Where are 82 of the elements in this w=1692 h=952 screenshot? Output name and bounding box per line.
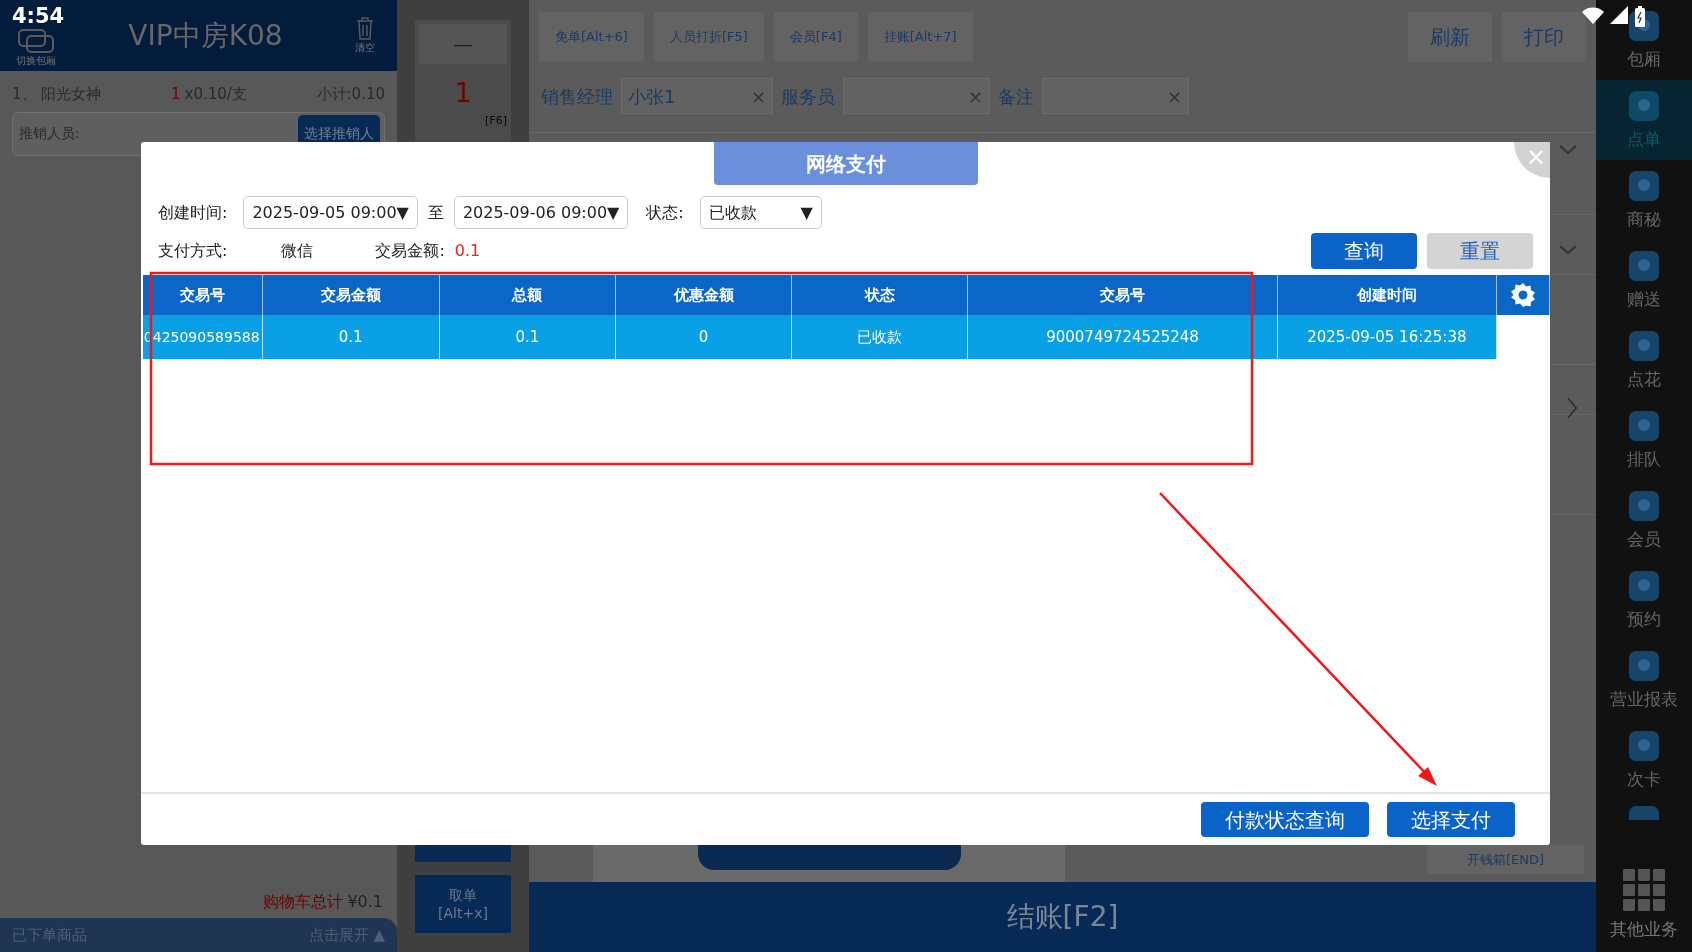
- layers-icon: [17, 29, 55, 53]
- column-header[interactable]: 优惠金额: [615, 275, 792, 315]
- column-header[interactable]: 创建时间: [1277, 275, 1497, 315]
- wifi-icon: [1582, 6, 1604, 24]
- battery-icon: [1634, 6, 1646, 28]
- filter-value: 微信: [281, 240, 314, 262]
- toolbar-button[interactable]: 会员[F4]: [773, 12, 858, 61]
- column-header[interactable]: 交易金额: [262, 275, 440, 315]
- input-field[interactable]: ×: [1042, 78, 1189, 114]
- dialog-title: 网络支付: [713, 142, 978, 185]
- grid-icon: [1623, 869, 1665, 912]
- filter-label: 状态:: [646, 201, 684, 224]
- field-label: 销售经理: [541, 84, 613, 109]
- filter-label: 创建时间:: [158, 201, 228, 224]
- take-order-button[interactable]: 取单 [Alt+x]: [415, 875, 511, 933]
- chevron-down-icon: [1558, 144, 1578, 155]
- toolbar-button[interactable]: 免单[Alt+6]: [539, 12, 644, 61]
- toolbar-button[interactable]: 挂账[Alt+7]: [867, 12, 973, 61]
- table-cell: 0.1: [439, 315, 616, 359]
- more-services-button[interactable]: 其他业务: [1596, 860, 1692, 952]
- chevron-right-icon: [1566, 396, 1578, 420]
- column-header[interactable]: 交易号: [143, 275, 263, 315]
- column-header[interactable]: 总额: [439, 275, 616, 315]
- trash-icon: [355, 16, 375, 40]
- field-label: 备注: [998, 84, 1034, 109]
- minus-button[interactable]: —: [419, 24, 507, 64]
- table-cell: 9000749724525248: [967, 315, 1278, 359]
- input-field[interactable]: 小张1 ×: [621, 78, 773, 114]
- query-button[interactable]: 查询: [1311, 233, 1417, 269]
- app-icon: [1629, 90, 1659, 121]
- filter-label: 至: [427, 201, 444, 224]
- app-icon: [1629, 490, 1659, 521]
- chevron-down-icon: [1558, 244, 1578, 255]
- sidebar-item[interactable]: 点单: [1596, 80, 1692, 160]
- date-select[interactable]: 2025-09-05 09:00▼: [243, 196, 418, 229]
- quantity-value: 1: [454, 77, 472, 110]
- app-icon: [1629, 410, 1659, 441]
- signal-icon: [1610, 6, 1628, 24]
- exception-button[interactable]: [697, 844, 961, 870]
- sidebar-item[interactable]: 营业报表: [1596, 640, 1692, 720]
- column-header[interactable]: 状态: [791, 275, 968, 315]
- field-label: 服务员: [781, 84, 835, 109]
- app-icon: [1629, 730, 1659, 761]
- clear-button[interactable]: 清空: [355, 16, 375, 55]
- app-icon: [1629, 170, 1659, 201]
- filter-label: 交易金额:: [375, 240, 445, 262]
- filter-value: 0.1: [454, 240, 481, 262]
- sidebar-item[interactable]: 赠送: [1596, 240, 1692, 320]
- checkout-button[interactable]: 结账[F2]: [529, 882, 1596, 952]
- footer-button[interactable]: 选择支付: [1387, 802, 1515, 837]
- filter-label: 支付方式:: [158, 240, 228, 262]
- sidebar-item[interactable]: 排队: [1596, 400, 1692, 480]
- app-icon: [1629, 806, 1659, 820]
- footer-button[interactable]: 付款状态查询: [1201, 802, 1369, 837]
- item-quantity: 1: [171, 85, 181, 103]
- input-field[interactable]: ×: [843, 78, 990, 114]
- table-cell: 已收款: [791, 315, 968, 359]
- toolbar-button[interactable]: 打印: [1502, 12, 1586, 62]
- cash-drawer-button[interactable]: 开钱箱[END]: [1427, 845, 1584, 874]
- table-cell: 0.1: [262, 315, 440, 359]
- shortcut-label: [F6]: [485, 113, 507, 129]
- cart-total-label: 购物车总计: [263, 892, 344, 911]
- app-icon: [1629, 250, 1659, 281]
- sidebar-item[interactable]: 点花: [1596, 320, 1692, 400]
- reset-button[interactable]: 重置: [1427, 233, 1533, 269]
- sidebar-item[interactable]: 会员: [1596, 480, 1692, 560]
- app-icon: [1629, 650, 1659, 681]
- toolbar-button[interactable]: 刷新: [1408, 12, 1492, 62]
- date-select[interactable]: 2025-09-06 09:00▼: [453, 196, 629, 229]
- table-cell: 2025-09-05 16:25:38: [1277, 315, 1497, 359]
- sidebar-item[interactable]: 商秘: [1596, 160, 1692, 240]
- switch-room-button[interactable]: 切换包厢: [16, 29, 56, 68]
- app-icon: [1629, 570, 1659, 601]
- app-icon: [1629, 330, 1659, 361]
- toolbar-button[interactable]: 人员打折[F5]: [653, 12, 764, 61]
- table-cell: 0: [615, 315, 792, 359]
- sidebar-item[interactable]: 预约: [1596, 560, 1692, 640]
- status-time: 4:54: [12, 6, 65, 27]
- status-select[interactable]: 已收款 ▼: [699, 196, 822, 229]
- column-header[interactable]: 交易号: [967, 275, 1278, 315]
- sidebar-item[interactable]: 次卡: [1596, 720, 1692, 800]
- room-title: VIP中房K08: [128, 17, 283, 54]
